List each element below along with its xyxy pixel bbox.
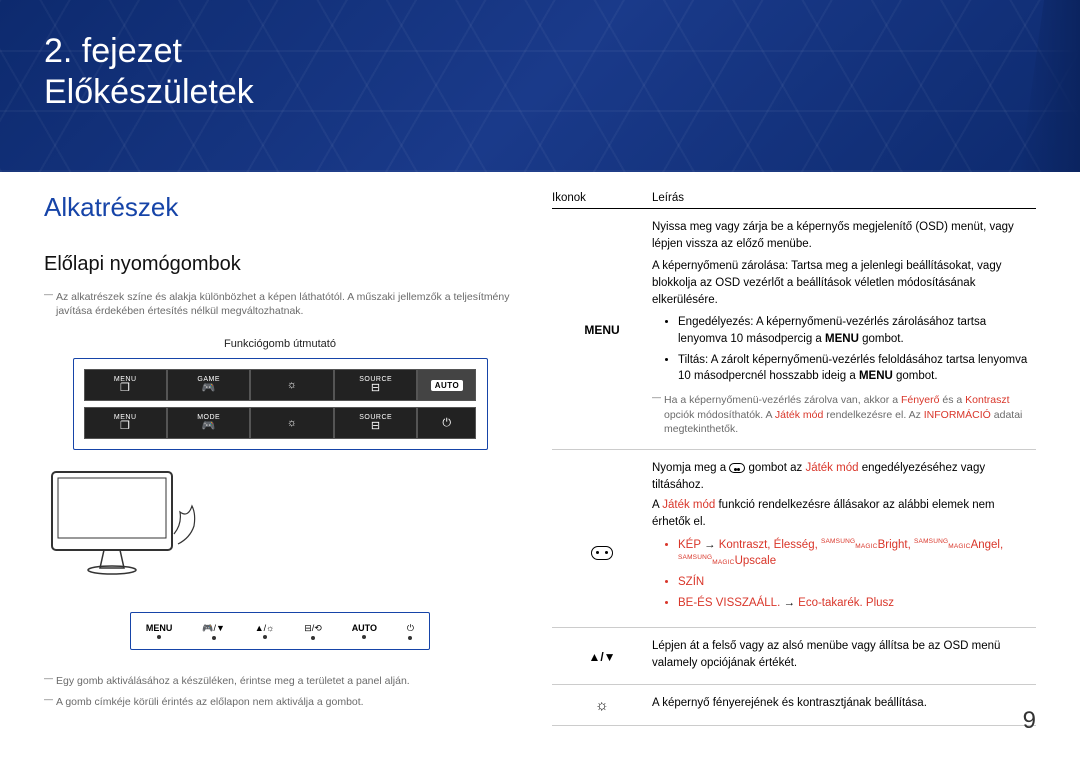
- bullet-szín: SZÍN: [678, 574, 1036, 591]
- note-touch-around: A gomb címkéje körüli érintés az előlapo…: [44, 695, 516, 709]
- row-icon-game: [552, 460, 652, 615]
- row-icon-updown: ▲/▼: [552, 638, 652, 671]
- legend-source: ⊟/⟲: [304, 623, 322, 640]
- left-column: Alkatrészek Előlapi nyomógombok Az alkat…: [44, 192, 516, 736]
- bullet-enable: Engedélyezés: A képernyőmenü-vezérlés zá…: [678, 314, 1036, 347]
- row-desc-updown: Lépjen át a felső vagy az alsó menübe va…: [652, 638, 1036, 671]
- row-desc-menu: Nyissa meg vagy zárja be a képernyős meg…: [652, 219, 1036, 437]
- brightness-icon: [595, 699, 609, 713]
- table-row-brightness: A képernyő fényerejének és kontrasztjána…: [552, 695, 1036, 726]
- table-row-updown: ▲/▼ Lépjen át a felső vagy az alsó menüb…: [552, 638, 1036, 684]
- osd-source-button-2: SOURCE ⊟: [334, 407, 417, 439]
- banner-decoration: [1020, 0, 1080, 172]
- osd-brightness-button-2: ☼: [250, 407, 333, 439]
- osd-menu-button-2: MENU ❐: [84, 407, 167, 439]
- up-down-icon: ▲/▼: [588, 650, 615, 664]
- osd-row-2: MENU ❐ MODE 🎮 ☼ SOURCE ⊟ ⏻: [84, 407, 477, 439]
- legend-power: ⏻: [407, 623, 414, 640]
- legend-up-sun: ▲/☼: [255, 623, 275, 639]
- osd-power-button: ⏻: [417, 407, 476, 439]
- menu-lock-note: Ha a képernyőmenü-vezérlés zárolva van, …: [652, 393, 1036, 437]
- row-icon-brightness: [552, 695, 652, 713]
- table-row-game: Nyomja meg a gombot az Játék mód engedél…: [552, 460, 1036, 628]
- header-icons: Ikonok: [552, 192, 652, 204]
- gamepad-icon: [591, 546, 613, 560]
- game-mode-bullets: KÉP → Kontraszt, Élesség, SAMSUNGMAGICBr…: [678, 537, 1036, 612]
- table-header: Ikonok Leírás: [552, 192, 1036, 209]
- note-activate-touch: Egy gomb aktiválásához a készüléken, éri…: [44, 674, 516, 688]
- osd-source-button: SOURCE ⊟: [334, 369, 417, 401]
- page-content: Alkatrészek Előlapi nyomógombok Az alkat…: [0, 172, 1080, 736]
- osd-row-1: MENU ❐ GAME 🎮 ☼ SOURCE ⊟ AUTO: [84, 369, 477, 401]
- osd-auto-badge: AUTO: [417, 369, 476, 401]
- bullet-be-és: BE-ÉS VISSZAÁLL. → Eco-takarék. Plusz: [678, 595, 1036, 612]
- header-desc: Leírás: [652, 192, 1036, 204]
- icon-description-table: Ikonok Leírás MENU Nyissa meg vagy zárja…: [552, 192, 1036, 726]
- osd-guide-box: MENU ❐ GAME 🎮 ☼ SOURCE ⊟ AUTO: [73, 358, 488, 450]
- section-heading: Alkatrészek: [44, 192, 516, 223]
- osd-game-button: GAME 🎮: [167, 369, 250, 401]
- legend-game-down: 🎮/▼: [202, 623, 225, 640]
- chapter-title: Előkészületek: [44, 73, 254, 112]
- table-row-menu: MENU Nyissa meg vagy zárja be a képernyő…: [552, 219, 1036, 450]
- note-parts-vary: Az alkatrészek színe és alakja különbözh…: [44, 290, 516, 318]
- bullet-disable: Tiltás: A zárolt képernyőmenü-vezérlés f…: [678, 352, 1036, 385]
- osd-game-button-2: MODE 🎮: [167, 407, 250, 439]
- row-icon-menu: MENU: [552, 219, 652, 437]
- banner-text: 2. fejezet Előkészületek: [44, 32, 254, 112]
- menu-lock-bullets: Engedélyezés: A képernyőmenü-vezérlés zá…: [678, 314, 1036, 385]
- right-column: Ikonok Leírás MENU Nyissa meg vagy zárja…: [552, 192, 1036, 736]
- chapter-number: 2. fejezet: [44, 32, 254, 71]
- legend-menu: MENU: [146, 623, 173, 639]
- subsection-heading: Előlapi nyomógombok: [44, 253, 516, 276]
- function-guide-label: Funkciógomb útmutató: [44, 338, 516, 350]
- row-desc-brightness: A képernyő fényerejének és kontrasztjána…: [652, 695, 1036, 713]
- row-desc-game: Nyomja meg a gombot az Játék mód engedél…: [652, 460, 1036, 615]
- page-number: 9: [1023, 707, 1036, 735]
- legend-auto: AUTO: [352, 623, 377, 639]
- bullet-kép: KÉP → Kontraszt, Élesség, SAMSUNGMAGICBr…: [678, 537, 1036, 570]
- gamepad-icon-inline: [729, 463, 745, 473]
- button-legend-strip: MENU 🎮/▼ ▲/☼ ⊟/⟲ AUTO ⏻: [130, 612, 430, 650]
- chapter-banner: 2. fejezet Előkészületek: [0, 0, 1080, 172]
- osd-brightness-button: ☼: [250, 369, 333, 401]
- osd-menu-button: MENU ❐: [84, 369, 167, 401]
- monitor-illustration-row: [44, 464, 516, 584]
- monitor-icon: [44, 464, 204, 584]
